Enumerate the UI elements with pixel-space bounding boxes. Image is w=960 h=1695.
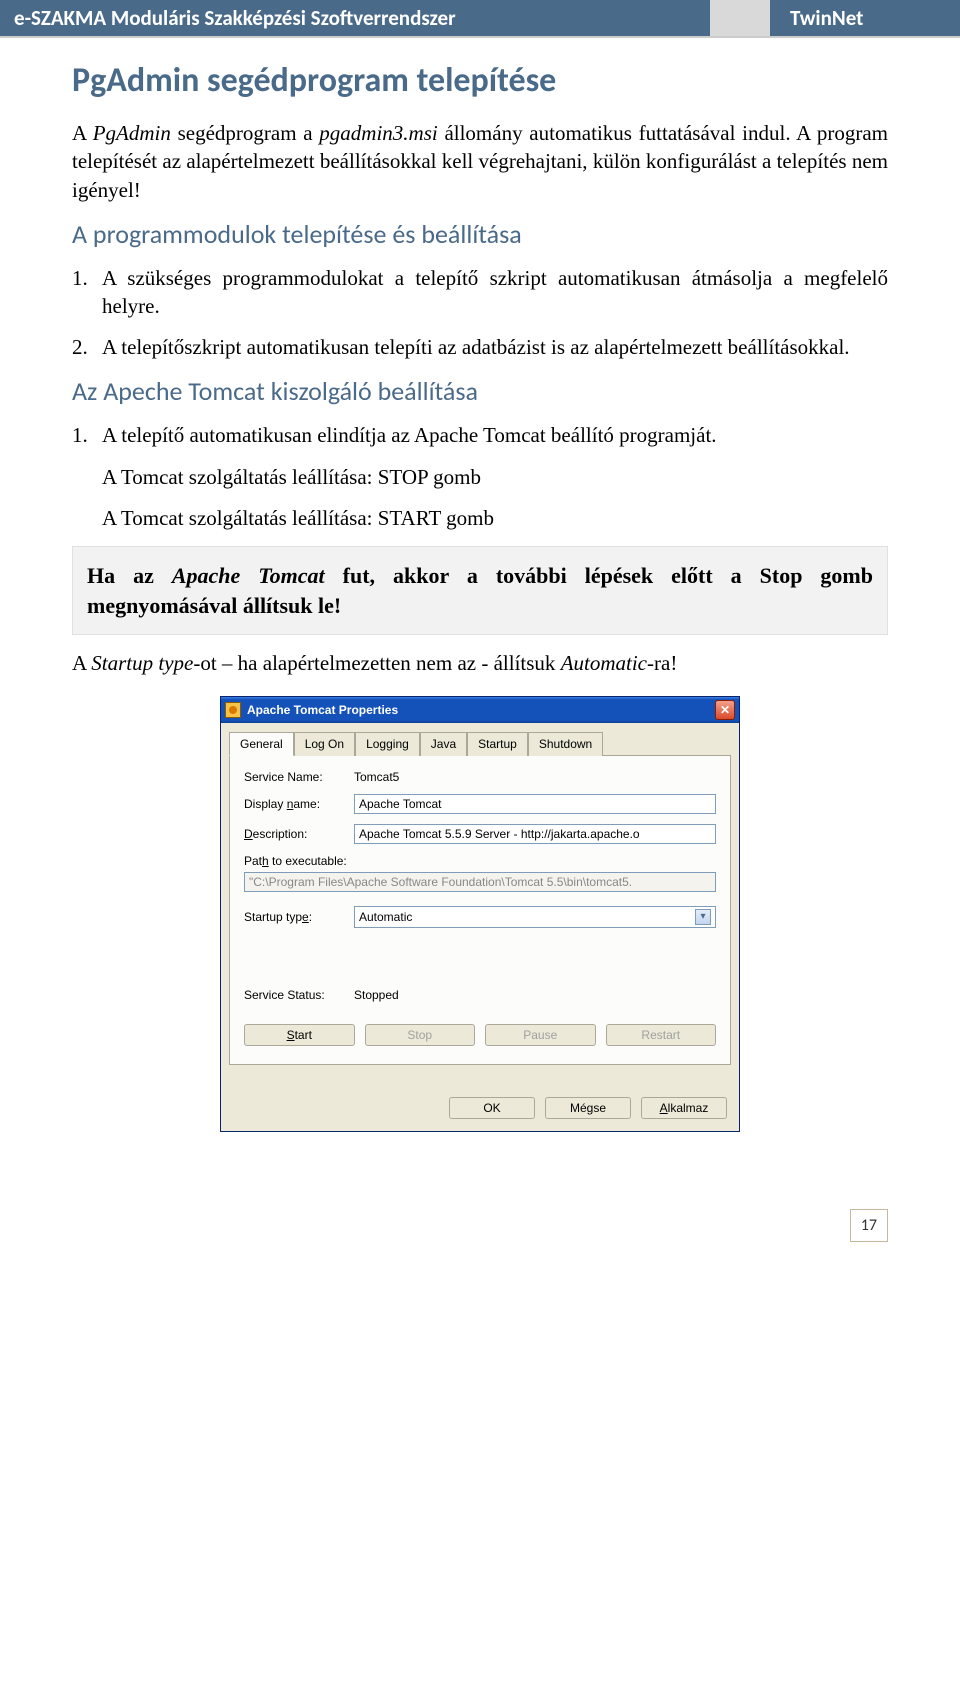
tab-java[interactable]: Java (420, 732, 467, 756)
after-callout-paragraph: A Startup type-ot – ha alapértelmezetten… (72, 649, 888, 677)
row-service-name: Service Name: Tomcat5 (244, 770, 716, 784)
row-description: Description: (244, 824, 716, 844)
text: A (72, 121, 93, 145)
page-title: PgAdmin segédprogram telepítése (72, 60, 888, 101)
text: Pat (244, 854, 262, 868)
tab-logging[interactable]: Logging (355, 732, 420, 756)
ok-button[interactable]: OK (449, 1097, 535, 1119)
text-underline: S (287, 1028, 295, 1042)
startup-type-select[interactable]: Automatic ▾ (354, 906, 716, 928)
label-service-name: Service Name: (244, 770, 354, 784)
cancel-button[interactable]: Mégse (545, 1097, 631, 1119)
tab-strip: General Log On Logging Java Startup Shut… (229, 731, 731, 756)
window-titlebar[interactable]: Apache Tomcat Properties ✕ (221, 697, 739, 723)
tomcat-properties-window: Apache Tomcat Properties ✕ General Log O… (220, 696, 740, 1132)
text: Display (244, 797, 287, 811)
label-path: Path to executable: (244, 854, 716, 868)
text-underline: A (660, 1101, 668, 1115)
field-wrap (354, 794, 716, 814)
restart-button[interactable]: Restart (606, 1024, 717, 1046)
window-title: Apache Tomcat Properties (247, 703, 715, 717)
text: Ha az (87, 563, 172, 588)
callout-box: Ha az Apache Tomcat fut, akkor a további… (72, 546, 888, 635)
text: ame: (293, 797, 320, 811)
text-italic: PgAdmin (93, 121, 171, 145)
close-icon: ✕ (720, 703, 730, 717)
text-italic: Apache Tomcat (172, 563, 325, 588)
list-item: A telepítő automatikusan elindítja az Ap… (72, 421, 888, 449)
doc-header: e-SZAKMA Moduláris Szakképzési Szoftverr… (0, 0, 960, 38)
startup-type-value: Automatic (359, 910, 412, 924)
sub-stop: A Tomcat szolgáltatás leállítása: STOP g… (72, 463, 888, 491)
list-item: A telepítőszkript automatikusan telepíti… (72, 333, 888, 361)
doc-header-left: e-SZAKMA Moduláris Szakképzési Szoftverr… (0, 5, 710, 31)
list-item: A szükséges programmodulokat a telepítő … (72, 264, 888, 321)
text: to executable: (269, 854, 347, 868)
field-wrap (354, 824, 716, 844)
text-underline: D (244, 827, 253, 841)
text-underline: e (302, 910, 309, 924)
text: Startup typ (244, 910, 302, 924)
service-buttons-row: Start Stop Pause Restart (244, 1024, 716, 1046)
text: tart (295, 1028, 312, 1042)
text: -ot – ha alapértelmezetten nem az - állí… (193, 651, 560, 675)
tomcat-icon (225, 702, 241, 718)
label-service-status: Service Status: (244, 988, 354, 1002)
tab-shutdown[interactable]: Shutdown (528, 732, 603, 756)
modules-list: A szükséges programmodulokat a telepítő … (72, 264, 888, 361)
start-button[interactable]: Start (244, 1024, 355, 1046)
doc-header-right: TwinNet (770, 5, 960, 31)
section-heading-tomcat: Az Apeche Tomcat kiszolgáló beállítása (72, 375, 888, 407)
window-body: General Log On Logging Java Startup Shut… (221, 723, 739, 1131)
section-heading-modules: A programmodulok telepítése és beállítás… (72, 218, 888, 250)
text: A (72, 651, 91, 675)
row-service-status: Service Status: Stopped (244, 988, 716, 1002)
text: -ra! (647, 651, 677, 675)
value-service-status: Stopped (354, 988, 716, 1002)
text-italic: Automatic (561, 651, 647, 675)
tomcat-list: A telepítő automatikusan elindítja az Ap… (72, 421, 888, 449)
page-number: 17 (850, 1209, 888, 1242)
chevron-down-icon: ▾ (695, 909, 711, 925)
close-button[interactable]: ✕ (715, 700, 735, 720)
text: escription: (253, 827, 308, 841)
tab-general[interactable]: General (229, 732, 294, 756)
label-startup-type: Startup type: (244, 910, 354, 924)
dialog-buttons-row: OK Mégse Alkalmaz (229, 1087, 731, 1121)
value-service-name: Tomcat5 (354, 770, 716, 784)
stop-button[interactable]: Stop (365, 1024, 476, 1046)
row-display-name: Display name: (244, 794, 716, 814)
field-wrap: Automatic ▾ (354, 906, 716, 928)
apply-button[interactable]: Alkalmaz (641, 1097, 727, 1119)
description-input[interactable] (354, 824, 716, 844)
label-display-name: Display name: (244, 797, 354, 811)
path-input (244, 872, 716, 892)
text: segédprogram a (171, 121, 319, 145)
page-content: PgAdmin segédprogram telepítése A PgAdmi… (0, 38, 960, 1192)
intro-paragraph: A PgAdmin segédprogram a pgadmin3.msi ál… (72, 119, 888, 204)
text: : (309, 910, 312, 924)
doc-header-gap (710, 0, 770, 36)
page-footer: 17 (0, 1192, 960, 1252)
row-startup-type: Startup type: Automatic ▾ (244, 906, 716, 928)
text-underline: h (262, 854, 269, 868)
label-description: Description: (244, 827, 354, 841)
text: lkalmaz (668, 1101, 709, 1115)
tab-startup[interactable]: Startup (467, 732, 528, 756)
pause-button[interactable]: Pause (485, 1024, 596, 1046)
text-italic: Startup type (91, 651, 193, 675)
tab-panel-general: Service Name: Tomcat5 Display name: Desc… (229, 756, 731, 1065)
sub-start: A Tomcat szolgáltatás leállítása: START … (72, 504, 888, 532)
tab-logon[interactable]: Log On (294, 732, 355, 756)
display-name-input[interactable] (354, 794, 716, 814)
text-italic: pgadmin3.msi (319, 121, 437, 145)
